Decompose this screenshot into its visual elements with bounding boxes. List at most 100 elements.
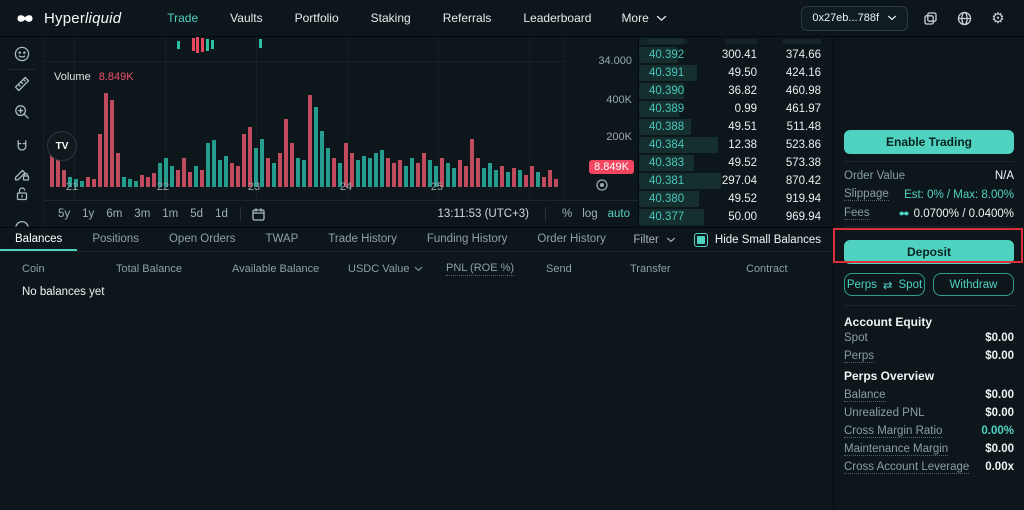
orderbook-row[interactable]: 40.389 0.99 461.97 [639,100,833,118]
column-header-contract[interactable]: Contract [746,262,788,276]
filter-button[interactable]: Filter [633,234,676,246]
chart-column: Volume 8.849K 21 22 23 24 25 TV 34.000 4… [44,37,638,227]
ask-total: 969.94 [757,211,821,223]
log-scale-button[interactable]: log [582,208,597,220]
ask-price: 40.384 [649,139,709,151]
perps-value: $0.00 [985,350,1014,362]
drawing-lock-icon[interactable] [13,165,31,183]
timeframe-button[interactable]: 1d [209,208,234,220]
measure-ruler-icon[interactable] [13,75,31,93]
volume-bar [176,170,180,187]
balance-label[interactable]: Balance [844,389,886,402]
timeframe-button[interactable]: 5d [184,208,209,220]
volume-bar [182,158,186,187]
brand[interactable]: Hyperliquid [14,10,121,27]
hide-small-balances-toggle[interactable]: Hide Small Balances [694,233,821,247]
maintenance-margin-label[interactable]: Maintenance Margin [844,443,948,456]
panel-tab[interactable]: TWAP [250,228,313,251]
ask-total: 374.66 [757,49,821,61]
scroll-to-recent-icon[interactable] [595,178,609,195]
deposit-button[interactable]: Deposit [844,240,1014,264]
column-header-total-balance[interactable]: Total Balance [116,262,232,276]
nav-more-menu[interactable]: More [607,11,680,25]
volume-bar [536,172,540,187]
orderbook-row[interactable]: 40.377 50.00 969.94 [639,208,833,226]
gear-icon: ⚙ [991,11,1004,26]
perps-label[interactable]: Perps [844,350,874,363]
nav-item-leaderboard[interactable]: Leaderboard [507,11,607,25]
timeframe-button[interactable]: 5y [52,208,76,220]
candlestick [259,39,262,48]
column-header-pnl[interactable]: PNL (ROE %) [446,262,546,276]
wallet-address-button[interactable]: 0x27eb...788f [801,6,908,31]
chevron-down-icon [656,15,667,22]
cross-margin-ratio-label[interactable]: Cross Margin Ratio [844,425,942,438]
chart-clock[interactable]: 13:11:53 (UTC+3) [438,208,530,220]
slippage-value[interactable]: Est: 0% / Max: 8.00% [904,189,1014,201]
volume-bar [494,170,498,187]
price-axis[interactable]: 34.000 400K 200K 8.849K [564,37,638,200]
withdraw-button[interactable]: Withdraw [933,273,1014,296]
toolbar-divider [8,69,35,70]
hide-drawings-eye-icon[interactable] [13,214,31,227]
chart-canvas[interactable]: Volume 8.849K 21 22 23 24 25 TV [44,37,564,200]
toolbar-divider [240,207,241,221]
timeframe-button[interactable]: 1y [76,208,100,220]
panel-tab[interactable]: Trade History [313,228,412,251]
zoom-in-icon[interactable] [13,103,31,121]
cross-account-leverage-label[interactable]: Cross Account Leverage [844,461,969,474]
volume-bar [446,163,450,187]
tradingview-logo[interactable]: TV [47,131,77,161]
percent-scale-button[interactable]: % [562,208,572,220]
column-header-available-balance[interactable]: Available Balance [232,262,348,276]
checkbox-checked-icon[interactable] [694,233,708,247]
orderbook-row[interactable]: 40.383 49.52 573.38 [639,154,833,172]
volume-bar [218,160,222,187]
timeframe-button[interactable]: 6m [100,208,128,220]
timeframe-button[interactable]: 3m [128,208,156,220]
unlock-icon[interactable] [13,185,31,203]
column-header-coin[interactable]: Coin [22,262,116,276]
panel-tab[interactable]: Open Orders [154,228,250,251]
panel-tab[interactable]: Funding History [412,228,523,251]
orderbook-row[interactable]: 40.381 297.04 870.42 [639,172,833,190]
auto-scale-button[interactable]: auto [608,208,630,220]
panel-tab[interactable]: Balances [0,228,77,251]
emoji-tool-icon[interactable] [13,45,31,63]
nav-item-staking[interactable]: Staking [355,11,427,25]
volume-bar [266,158,270,187]
volume-bar [200,170,204,187]
enable-trading-button[interactable]: Enable Trading [844,130,1014,154]
volume-label: Volume [54,71,91,83]
column-header-send[interactable]: Send [546,262,630,276]
devices-button[interactable] [918,6,942,30]
orderbook-row[interactable]: 40.384 12.38 523.86 [639,136,833,154]
column-header-usdc-value[interactable]: USDC Value [348,262,446,276]
volume-bar [320,131,324,187]
panel-tab[interactable]: Order History [522,228,620,251]
nav-item-referrals[interactable]: Referrals [427,11,508,25]
timeframe-button[interactable]: 1m [156,208,184,220]
go-to-date-icon[interactable] [251,207,266,222]
orderbook-row[interactable]: 40.390 36.82 460.98 [639,82,833,100]
orderbook-row[interactable]: 40.391 49.50 424.16 [639,64,833,82]
candlestick [196,37,199,53]
fees-label[interactable]: Fees [844,207,870,220]
settings-button[interactable]: ⚙ [986,6,1010,30]
language-button[interactable] [952,6,976,30]
orderbook-row[interactable]: 40.388 49.51 511.48 [639,118,833,136]
nav-item-portfolio[interactable]: Portfolio [279,11,355,25]
orderbook-row[interactable]: 40.392 300.41 374.66 [639,46,833,64]
volume-bar [476,158,480,187]
slippage-label[interactable]: Slippage [844,188,889,201]
nav-item-trade[interactable]: Trade [151,11,214,25]
hyperliquid-mark-icon [898,209,910,218]
column-header-transfer[interactable]: Transfer [630,262,746,276]
perps-spot-toggle-button[interactable]: Perps ⇄ Spot [844,273,925,296]
volume-bar [524,175,528,187]
orderbook-row[interactable]: 40.380 49.52 919.94 [639,190,833,208]
ask-price: 40.391 [649,67,709,79]
nav-item-vaults[interactable]: Vaults [214,11,278,25]
panel-tab[interactable]: Positions [77,228,154,251]
magnet-icon[interactable] [13,138,31,156]
